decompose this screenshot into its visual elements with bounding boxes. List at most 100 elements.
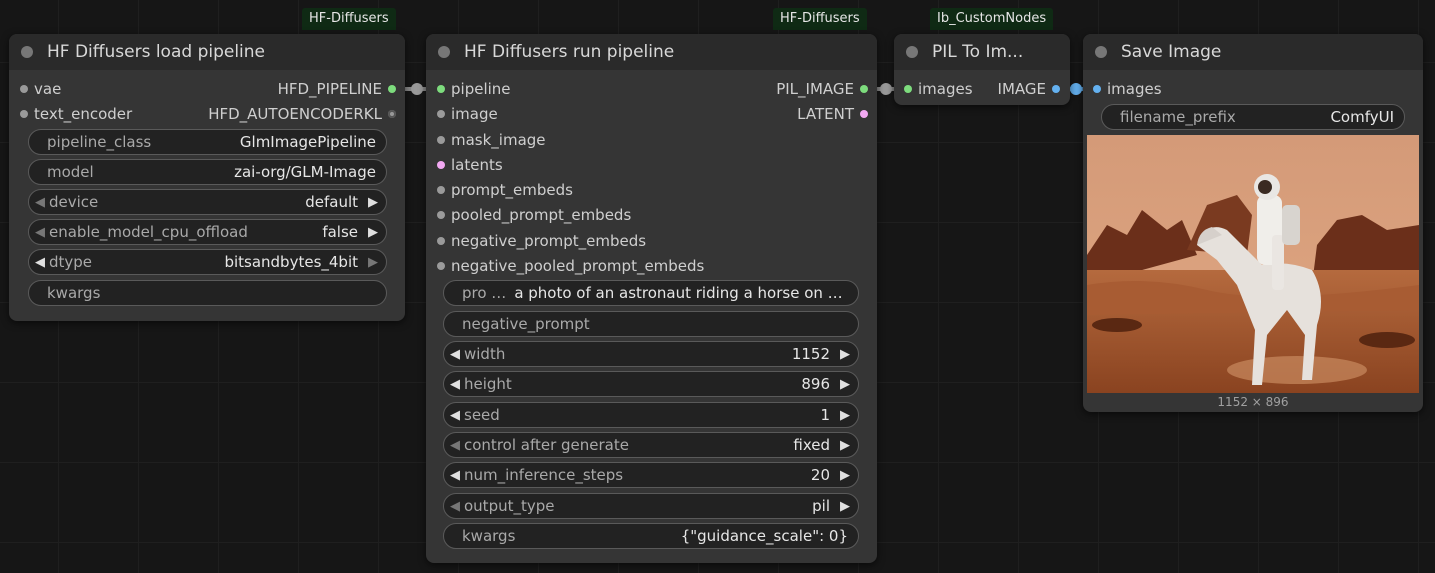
output-slot-pil-image[interactable]: PIL_IMAGE <box>776 79 868 99</box>
output-slot-hfd-autoencoderkl[interactable]: HFD_AUTOENCODERKL <box>208 104 396 124</box>
left-arrow-icon[interactable]: ◀ <box>450 438 460 453</box>
image-size-caption: 1152 × 896 <box>1217 395 1289 409</box>
output-slot-image[interactable]: IMAGE <box>998 79 1060 99</box>
seed-number[interactable]: ◀ seed 1 ▶ <box>443 402 859 428</box>
slot-dot-icon[interactable] <box>904 85 912 93</box>
slot-dot-icon[interactable] <box>20 110 28 118</box>
left-arrow-icon[interactable]: ◀ <box>450 499 460 514</box>
input-slot-mask-image[interactable]: mask_image <box>437 130 546 150</box>
collapse-dot-icon[interactable] <box>21 46 33 58</box>
slot-dot-icon[interactable] <box>388 110 396 118</box>
widget-label: pro … <box>462 284 507 302</box>
input-slot-vae[interactable]: vae <box>20 79 61 99</box>
right-arrow-icon[interactable]: ▶ <box>368 225 378 240</box>
collapse-dot-icon[interactable] <box>906 46 918 58</box>
cpu-offload-combo[interactable]: ◀ enable_model_cpu_offload false ▶ <box>28 219 387 245</box>
slot-dot-icon[interactable] <box>437 262 445 270</box>
width-number[interactable]: ◀ width 1152 ▶ <box>443 341 859 367</box>
link-pipeline-midpoint[interactable] <box>411 83 423 95</box>
input-slot-latents[interactable]: latents <box>437 155 503 175</box>
input-slot-prompt-embeds[interactable]: prompt_embeds <box>437 180 573 200</box>
left-arrow-icon[interactable]: ◀ <box>450 347 460 362</box>
left-arrow-icon[interactable]: ◀ <box>450 468 460 483</box>
right-arrow-icon[interactable]: ▶ <box>840 468 850 483</box>
model-widget[interactable]: model zai-org/GLM-Image <box>28 159 387 185</box>
node-header[interactable]: HF Diffusers load pipeline <box>9 34 405 70</box>
node-source-badge-run: HF-Diffusers <box>773 8 867 30</box>
left-arrow-icon[interactable]: ◀ <box>35 255 45 270</box>
left-arrow-icon[interactable]: ◀ <box>450 408 460 423</box>
output-slot-latent[interactable]: LATENT <box>797 104 868 124</box>
dtype-combo[interactable]: ◀ dtype bitsandbytes_4bit ▶ <box>28 249 387 275</box>
collapse-dot-icon[interactable] <box>438 46 450 58</box>
slot-dot-icon[interactable] <box>1052 85 1060 93</box>
run-kwargs-input[interactable]: kwargs {"guidance_scale": 0} <box>443 523 859 549</box>
slot-dot-icon[interactable] <box>437 161 445 169</box>
link-pil-image-midpoint[interactable] <box>880 83 892 95</box>
slot-dot-icon[interactable] <box>20 85 28 93</box>
slot-dot-icon[interactable] <box>437 186 445 194</box>
right-arrow-icon[interactable]: ▶ <box>840 408 850 423</box>
input-slot-pooled-prompt-embeds[interactable]: pooled_prompt_embeds <box>437 205 632 225</box>
output-slot-hfd-pipeline[interactable]: HFD_PIPELINE <box>278 79 396 99</box>
right-arrow-icon[interactable]: ▶ <box>368 255 378 270</box>
input-slot-images[interactable]: images <box>904 79 973 99</box>
input-slot-text-encoder[interactable]: text_encoder <box>20 104 133 124</box>
widget-value: fixed <box>793 436 830 454</box>
negative-prompt-input[interactable]: negative_prompt <box>443 311 859 337</box>
widget-label: width <box>464 345 506 363</box>
pipeline-class-widget[interactable]: pipeline_class GlmImagePipeline <box>28 129 387 155</box>
device-combo[interactable]: ◀ device default ▶ <box>28 189 387 215</box>
input-slot-negative-pooled-prompt-embeds[interactable]: negative_pooled_prompt_embeds <box>437 256 704 276</box>
prompt-input[interactable]: pro … a photo of an astronaut riding a h… <box>443 280 859 306</box>
output-image-preview[interactable] <box>1087 135 1419 393</box>
right-arrow-icon[interactable]: ▶ <box>840 347 850 362</box>
slot-label: latents <box>451 156 503 174</box>
widget-value: ComfyUI <box>1330 108 1394 126</box>
node-header[interactable]: Save Image <box>1083 34 1423 70</box>
input-slot-image[interactable]: image <box>437 104 498 124</box>
slot-dot-icon[interactable] <box>860 85 868 93</box>
input-slot-negative-prompt-embeds[interactable]: negative_prompt_embeds <box>437 231 646 251</box>
slot-dot-icon[interactable] <box>1093 85 1101 93</box>
load-kwargs-input[interactable]: kwargs <box>28 280 387 306</box>
widget-label: num_inference_steps <box>464 466 624 484</box>
slot-dot-icon[interactable] <box>860 110 868 118</box>
widget-value: 1 <box>820 406 830 424</box>
filename-prefix-input[interactable]: filename_prefix ComfyUI <box>1101 104 1405 130</box>
inference-steps-number[interactable]: ◀ num_inference_steps 20 ▶ <box>443 462 859 488</box>
input-slot-pipeline[interactable]: pipeline <box>437 79 511 99</box>
link-image-midpoint[interactable] <box>1070 83 1082 95</box>
right-arrow-icon[interactable]: ▶ <box>840 438 850 453</box>
control-after-generate-combo[interactable]: ◀ control after generate fixed ▶ <box>443 432 859 458</box>
widget-label: height <box>464 375 512 393</box>
slot-label: text_encoder <box>34 105 133 123</box>
node-header[interactable]: HF Diffusers run pipeline <box>426 34 877 70</box>
collapse-dot-icon[interactable] <box>1095 46 1107 58</box>
node-run-pipeline[interactable]: HF Diffusers run pipeline pipeline image… <box>426 34 877 563</box>
slot-dot-icon[interactable] <box>437 136 445 144</box>
left-arrow-icon[interactable]: ◀ <box>35 225 45 240</box>
slot-dot-icon[interactable] <box>437 85 445 93</box>
output-type-combo[interactable]: ◀ output_type pil ▶ <box>443 493 859 519</box>
slot-dot-icon[interactable] <box>388 85 396 93</box>
widget-value: 1152 <box>791 345 830 363</box>
node-load-pipeline[interactable]: HF Diffusers load pipeline vae text_enco… <box>9 34 405 321</box>
slot-dot-icon[interactable] <box>437 211 445 219</box>
slot-label: pooled_prompt_embeds <box>451 206 632 224</box>
right-arrow-icon[interactable]: ▶ <box>840 377 850 392</box>
left-arrow-icon[interactable]: ◀ <box>35 195 45 210</box>
widget-label: output_type <box>464 497 555 515</box>
height-number[interactable]: ◀ height 896 ▶ <box>443 371 859 397</box>
left-arrow-icon[interactable]: ◀ <box>450 377 460 392</box>
node-graph-canvas[interactable]: HF-Diffusers HF-Diffusers Ib_CustomNodes… <box>0 0 1435 573</box>
input-slot-images[interactable]: images <box>1093 79 1162 99</box>
node-pil-to-image[interactable]: PIL To Im... images IMAGE <box>894 34 1070 105</box>
slot-dot-icon[interactable] <box>437 237 445 245</box>
right-arrow-icon[interactable]: ▶ <box>368 195 378 210</box>
right-arrow-icon[interactable]: ▶ <box>840 499 850 514</box>
node-header[interactable]: PIL To Im... <box>894 34 1070 70</box>
slot-label: images <box>1107 80 1162 98</box>
slot-dot-icon[interactable] <box>437 110 445 118</box>
node-save-image[interactable]: Save Image images filename_prefix ComfyU… <box>1083 34 1423 412</box>
